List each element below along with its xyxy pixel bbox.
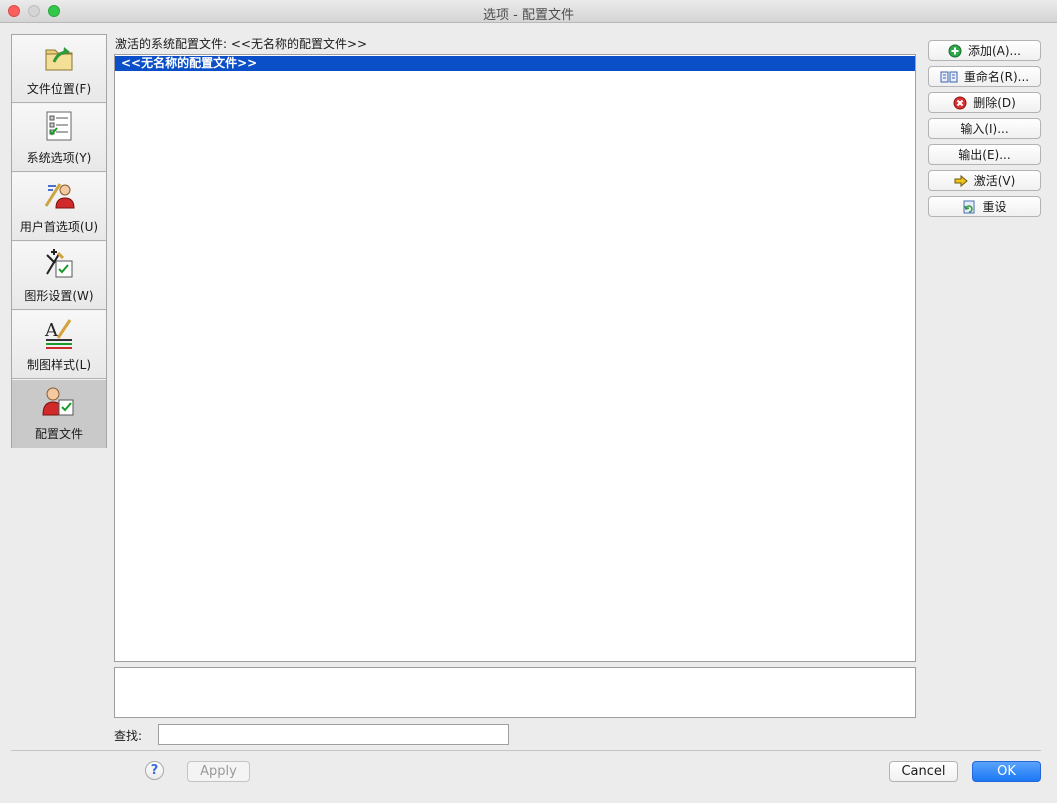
- sidebar-item-label: 用户首选项(U): [19, 220, 99, 234]
- delete-button-label: 删除(D): [973, 96, 1016, 110]
- import-button[interactable]: 输入(I)...: [928, 118, 1041, 139]
- sidebar-item-label: 系统选项(Y): [26, 151, 92, 165]
- sidebar-item-label: 文件位置(F): [26, 82, 92, 96]
- add-button-label: 添加(A)...: [967, 44, 1022, 58]
- user-preferences-icon: [44, 183, 75, 209]
- sidebar-item-drafting-style[interactable]: A 制图样式(L): [12, 311, 106, 379]
- add-icon: [948, 44, 962, 57]
- delete-icon: [953, 96, 967, 109]
- delete-button[interactable]: 删除(D): [928, 92, 1041, 113]
- folder-arrow-icon: [45, 47, 73, 71]
- sidebar-item-graphics-settings[interactable]: 图形设置(W): [12, 242, 106, 310]
- footer-divider: [11, 750, 1041, 751]
- rename-book-icon: [940, 71, 958, 82]
- search-label: 查找:: [114, 729, 143, 743]
- import-button-label: 输入(I)...: [960, 122, 1009, 136]
- search-input[interactable]: [158, 724, 509, 745]
- arrow-right-icon: [954, 174, 968, 187]
- profile-user-icon: [42, 387, 74, 416]
- add-button[interactable]: 添加(A)...: [928, 40, 1041, 61]
- list-item[interactable]: <<无名称的配置文件>>: [115, 56, 915, 71]
- sidebar-item-label: 配置文件: [34, 427, 83, 441]
- export-button[interactable]: 输出(E)...: [928, 144, 1041, 165]
- active-profile-label: 激活的系统配置文件: <<无名称的配置文件>>: [115, 37, 368, 51]
- reset-button[interactable]: 重设: [928, 196, 1041, 217]
- sidebar-item-system-options[interactable]: 系统选项(Y): [12, 104, 106, 172]
- svg-text:A: A: [44, 320, 59, 341]
- activate-button[interactable]: 激活(V): [928, 170, 1041, 191]
- rename-button-label: 重命名(R)...: [963, 70, 1030, 84]
- ok-button[interactable]: OK: [972, 761, 1041, 782]
- cancel-button[interactable]: Cancel: [889, 761, 958, 782]
- sidebar-item-profiles[interactable]: 配置文件: [12, 380, 106, 448]
- sidebar-item-label: 制图样式(L): [26, 358, 92, 372]
- title-bar: 选项 - 配置文件: [0, 0, 1057, 23]
- checklist-icon: [46, 111, 72, 141]
- rename-button[interactable]: 重命名(R)...: [928, 66, 1041, 87]
- profile-list[interactable]: <<无名称的配置文件>>: [114, 54, 916, 662]
- export-button-label: 输出(E)...: [958, 148, 1011, 162]
- sidebar-item-user-preferences[interactable]: 用户首选项(U): [12, 173, 106, 241]
- apply-button[interactable]: Apply: [187, 761, 250, 782]
- category-sidebar: 文件位置(F) 系统选项(Y) 用户首选项(U) 图形设置(W) A 制图样式(…: [11, 34, 107, 448]
- reset-icon: [963, 200, 975, 213]
- reset-button-label: 重设: [982, 200, 1007, 214]
- sidebar-item-file-locations[interactable]: 文件位置(F): [12, 35, 106, 103]
- graphics-settings-icon: [46, 249, 73, 278]
- window-title: 选项 - 配置文件: [483, 8, 574, 23]
- sidebar-item-label: 图形设置(W): [24, 289, 94, 303]
- profile-description-box: [114, 667, 916, 718]
- activate-button-label: 激活(V): [973, 174, 1016, 188]
- help-button[interactable]: ?: [145, 761, 164, 780]
- drafting-style-icon: A: [44, 319, 72, 349]
